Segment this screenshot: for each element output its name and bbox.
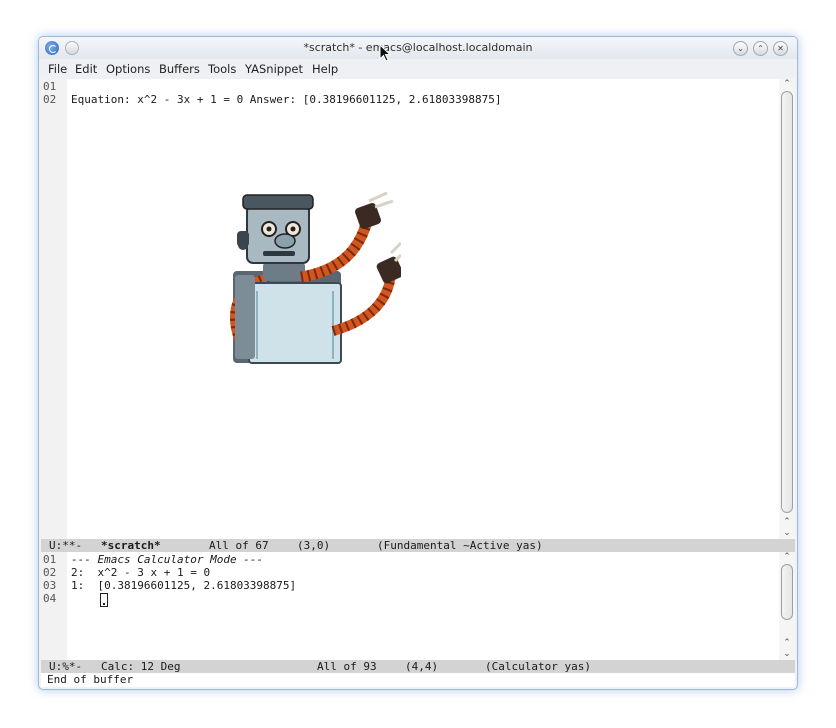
echo-area: End of buffer <box>41 673 795 687</box>
line-number: 04 <box>43 592 57 605</box>
scroll-up-icon[interactable]: ⌃ <box>779 638 795 648</box>
line-number: 02 <box>43 93 57 106</box>
scratch-scrollbar[interactable]: ⌃ ⌃ ⌄ <box>779 79 795 539</box>
robot-image <box>230 191 401 364</box>
calc-buffer[interactable]: 01 --- Emacs Calculator Mode --- 02 2: x… <box>41 552 795 660</box>
scroll-up-icon[interactable]: ⌃ <box>779 552 795 562</box>
maximize-icon[interactable]: ⌃ <box>753 41 768 56</box>
scroll-down-icon[interactable]: ⌄ <box>779 649 795 659</box>
scroll-up-icon[interactable]: ⌃ <box>779 517 795 527</box>
scratch-mode-line[interactable]: U:**- *scratch* All of 67 (3,0) (Fundame… <box>41 539 795 552</box>
line-number: 01 <box>43 80 57 93</box>
modeline-status: U:%*- <box>49 660 83 673</box>
modeline-buffer-name[interactable]: *scratch* <box>101 539 161 552</box>
menu-help[interactable]: Help <box>312 62 338 76</box>
calc-stack-entry[interactable]: 2: x^2 - 3 x + 1 = 0 <box>71 566 210 579</box>
menu-buffers[interactable]: Buffers <box>159 62 200 76</box>
calc-mode-line[interactable]: U:%*- Calc: 12 Deg All of 93 (4,4) (Calc… <box>41 660 795 673</box>
close-icon[interactable]: ✕ <box>773 41 788 56</box>
echo-message: End of buffer <box>47 673 134 686</box>
window-title: *scratch* - emacs@localhost.localdomain <box>303 41 533 54</box>
scrollbar-thumb[interactable] <box>781 91 793 513</box>
calc-scrollbar[interactable]: ⌃ ⌃ ⌄ <box>779 552 795 660</box>
modeline-modes[interactable]: (Fundamental ~Active yas) <box>377 539 543 552</box>
minimize-icon[interactable]: ⌄ <box>733 41 748 56</box>
modeline-status: U:**- <box>49 539 83 552</box>
text-cursor <box>100 593 108 607</box>
calc-stack-entry[interactable]: 1: [0.38196601125, 2.61803398875] <box>71 579 296 592</box>
menu-bar: File Edit Options Buffers Tools YASnippe… <box>39 59 797 79</box>
emacs-window: *scratch* - emacs@localhost.localdomain … <box>38 36 798 690</box>
modeline-buffer-name[interactable]: Calc: 12 Deg <box>101 660 180 673</box>
modeline-cursor: (3,0) <box>297 539 331 552</box>
line-number-gutter <box>41 79 67 539</box>
menu-yasnippet[interactable]: YASnippet <box>245 62 303 76</box>
scroll-up-icon[interactable]: ⌃ <box>779 79 795 89</box>
line-number: 01 <box>43 553 57 566</box>
scroll-down-icon[interactable]: ⌄ <box>779 528 795 538</box>
line-number: 03 <box>43 579 57 592</box>
scratch-buffer[interactable]: 01 02 Equation: x^2 - 3x + 1 = 0 Answer:… <box>41 79 795 539</box>
menu-tools[interactable]: Tools <box>208 62 236 76</box>
calc-header: --- Emacs Calculator Mode --- <box>71 553 264 566</box>
menu-edit[interactable]: Edit <box>75 62 97 76</box>
buffer-line[interactable]: Equation: x^2 - 3x + 1 = 0 Answer: [0.38… <box>71 93 501 106</box>
modeline-position: All of 67 <box>209 539 269 552</box>
title-bar[interactable]: *scratch* - emacs@localhost.localdomain … <box>39 37 797 59</box>
menu-options[interactable]: Options <box>106 62 150 76</box>
mouse-pointer-icon <box>379 44 391 62</box>
line-number: 02 <box>43 566 57 579</box>
modeline-cursor: (4,4) <box>405 660 439 673</box>
modeline-modes[interactable]: (Calculator yas) <box>485 660 591 673</box>
scrollbar-thumb[interactable] <box>781 564 793 620</box>
modeline-position: All of 93 <box>317 660 377 673</box>
menu-file[interactable]: File <box>48 62 67 76</box>
